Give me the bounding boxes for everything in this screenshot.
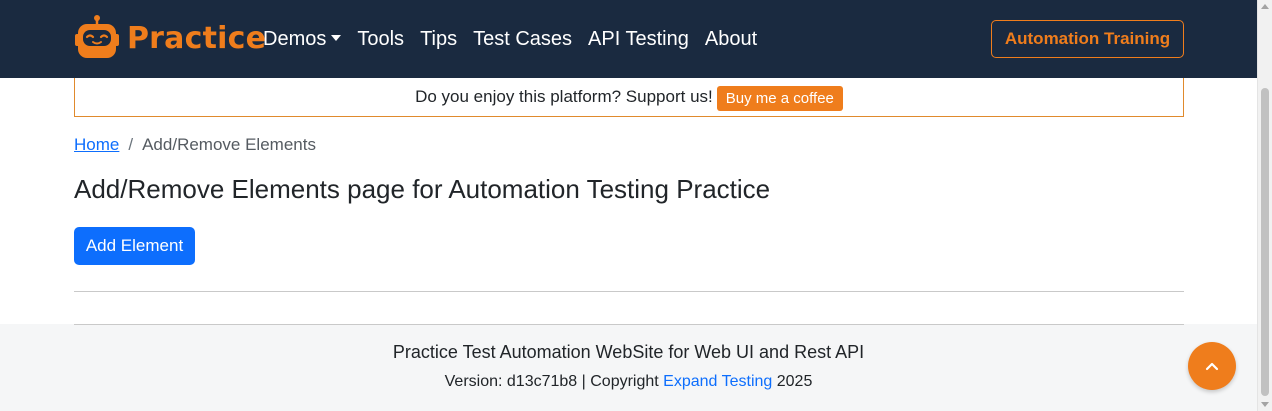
breadcrumb-home-link[interactable]: Home (74, 135, 119, 155)
breadcrumb-separator: / (128, 135, 134, 154)
brand-link[interactable]: Practice (73, 14, 266, 62)
caret-down-icon (331, 34, 342, 41)
nav-api-testing[interactable]: API Testing (588, 26, 689, 52)
scrollbar-thumb[interactable] (1261, 88, 1269, 396)
footer-version-text: Version: d13c71b8 | Copyright (444, 373, 659, 390)
footer-copyright: Version: d13c71b8 | Copyright Expand Tes… (0, 373, 1257, 391)
nav-demos-dropdown[interactable]: Demos (263, 26, 342, 52)
footer: Practice Test Automation WebSite for Web… (0, 324, 1257, 411)
support-banner: Do you enjoy this platform? Support us! … (74, 78, 1184, 117)
automation-training-button[interactable]: Automation Training (991, 20, 1184, 58)
vertical-scrollbar[interactable] (1257, 0, 1272, 411)
nav-about[interactable]: About (705, 26, 757, 52)
nav-links: Demos Tools Tips Test Cases API Testing … (263, 26, 773, 52)
brand-name: Practice (127, 20, 267, 56)
footer-tagline: Practice Test Automation WebSite for Web… (392, 342, 865, 362)
navbar: Practice Demos Tools Tips Test Cases API… (0, 0, 1257, 78)
robot-logo-icon (75, 15, 119, 58)
footer-year: 2025 (776, 373, 813, 390)
add-element-button[interactable]: Add Element (74, 227, 195, 265)
nav-test-cases[interactable]: Test Cases (473, 26, 572, 52)
support-text: Do you enjoy this platform? Support us! (415, 87, 713, 106)
footer-expand-testing-link[interactable]: Expand Testing (663, 373, 772, 390)
nav-demos-label: Demos (263, 28, 327, 50)
breadcrumb-current: Add/Remove Elements (142, 135, 316, 154)
footer-divider (74, 324, 1184, 325)
breadcrumb: Home / Add/Remove Elements (74, 135, 316, 155)
scroll-up-arrow-icon[interactable] (1261, 4, 1269, 9)
scroll-down-arrow-icon[interactable] (1261, 402, 1269, 407)
back-to-top-button[interactable] (1188, 342, 1236, 390)
nav-tips[interactable]: Tips (420, 26, 457, 52)
nav-tools[interactable]: Tools (357, 26, 404, 52)
page-title: Add/Remove Elements page for Automation … (74, 174, 771, 204)
chevron-up-icon (1205, 362, 1219, 371)
page: Practice Demos Tools Tips Test Cases API… (0, 0, 1257, 411)
content-divider (74, 291, 1184, 292)
buy-coffee-button[interactable]: Buy me a coffee (716, 85, 843, 111)
